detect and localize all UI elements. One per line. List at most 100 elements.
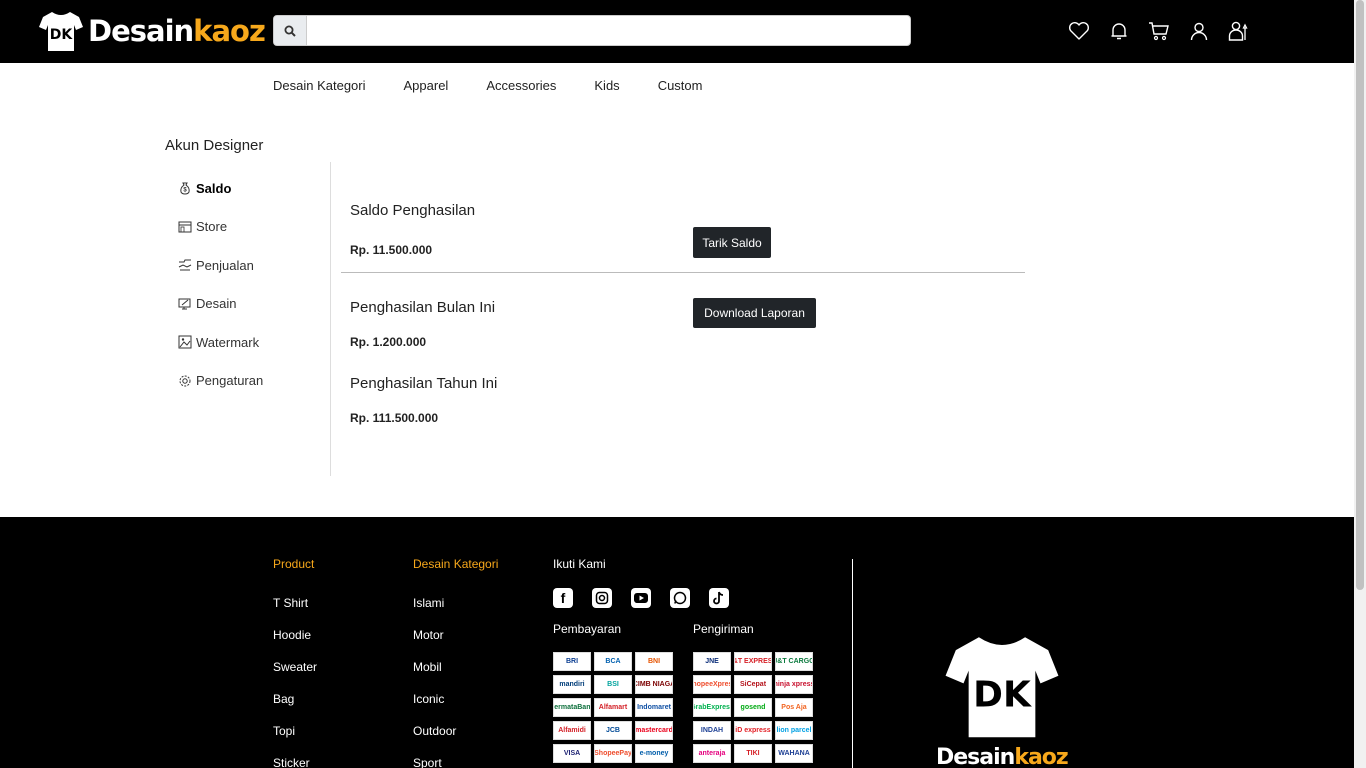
svg-text:DK: DK xyxy=(50,27,74,43)
design-icon xyxy=(178,297,192,311)
download-laporan-button[interactable]: Download Laporan xyxy=(693,298,816,328)
sidebar-item-label: Desain xyxy=(196,296,237,312)
header-icons xyxy=(1068,19,1250,43)
sidebar-item-label: Store xyxy=(196,219,228,235)
watermark-icon xyxy=(178,335,192,349)
footer-link[interactable]: Hoodie xyxy=(273,628,317,660)
shipping-logo: WAHANA xyxy=(775,744,813,763)
user-icon[interactable] xyxy=(1188,19,1210,43)
footer-link[interactable]: Sport xyxy=(413,756,456,768)
payment-logo: VISA xyxy=(553,744,591,763)
sidebar-item-label: Pengaturan xyxy=(196,373,264,389)
footer-logo: DK Desainkaoz xyxy=(936,627,1069,768)
designer-icon[interactable] xyxy=(1228,19,1250,43)
payment-logo: BCA xyxy=(594,652,632,671)
sidebar-title: Akun Designer xyxy=(165,137,264,154)
sidebar-menu: $ Saldo Store Penjualan Desain Watermark… xyxy=(178,169,263,400)
saldo-value: Rp. 11.500.000 xyxy=(350,243,433,257)
sidebar-item-label: Saldo xyxy=(196,180,232,196)
tahun-title: Penghasilan Tahun Ini xyxy=(350,375,498,392)
scrollbar-thumb[interactable] xyxy=(1356,0,1364,590)
nav-apparel[interactable]: Apparel xyxy=(404,78,449,93)
page-scrollbar[interactable] xyxy=(1354,0,1366,768)
footer-link[interactable]: Islami xyxy=(413,596,456,628)
shipping-logo: GrabExpress xyxy=(693,698,731,717)
footer-link[interactable]: Outdoor xyxy=(413,724,456,756)
payment-logo: BRI xyxy=(553,652,591,671)
tshirt-logo-icon: DK xyxy=(945,637,1059,738)
site-logo[interactable]: DK Desainkaoz xyxy=(38,8,266,54)
footer-link[interactable]: Motor xyxy=(413,628,456,660)
sidebar-item-store[interactable]: Store xyxy=(178,208,263,247)
footer-link[interactable]: Sticker xyxy=(273,756,317,768)
sidebar-item-label: Penjualan xyxy=(196,257,254,273)
shipping-logo: INDAH xyxy=(693,721,731,740)
tiktok-icon[interactable] xyxy=(709,588,729,608)
search-bar xyxy=(273,15,911,46)
settings-icon xyxy=(178,374,192,388)
svg-text:$: $ xyxy=(183,188,187,194)
svg-text:DK: DK xyxy=(973,675,1032,716)
footer-link[interactable]: Topi xyxy=(273,724,317,756)
nav-accessories[interactable]: Accessories xyxy=(486,78,556,93)
search-input[interactable] xyxy=(307,16,910,45)
heart-icon[interactable] xyxy=(1068,19,1090,43)
shipping-logo: J&T CARGO xyxy=(775,652,813,671)
shipping-logo: ShopeeXpress xyxy=(693,675,731,694)
tshirt-logo-icon: DK xyxy=(39,12,83,51)
footer-link[interactable]: T Shirt xyxy=(273,596,317,628)
sidebar-item-label: Watermark xyxy=(196,334,260,350)
shipping-logo: lion parcel xyxy=(775,721,813,740)
sidebar-item-desain[interactable]: Desain xyxy=(178,285,263,324)
sidebar-item-watermark[interactable]: Watermark xyxy=(178,323,263,362)
search-button[interactable] xyxy=(274,16,307,45)
footer-link[interactable]: Bag xyxy=(273,692,317,724)
payment-logo: JCB xyxy=(594,721,632,740)
sidebar-item-pengaturan[interactable]: Pengaturan xyxy=(178,362,263,401)
saldo-title: Saldo Penghasilan xyxy=(350,202,476,219)
search-icon xyxy=(284,25,296,37)
payment-logo: mastercard xyxy=(635,721,673,740)
shipping-logo: anteraja xyxy=(693,744,731,763)
footer-ikuti-title: Ikuti Kami xyxy=(553,557,606,571)
shipping-logos: JNE J&T EXPRESS J&T CARGO ShopeeXpress S… xyxy=(693,652,813,763)
footer-link[interactable]: Mobil xyxy=(413,660,456,692)
tahun-value: Rp. 111.500.000 xyxy=(350,411,439,425)
youtube-icon[interactable] xyxy=(631,588,651,608)
sidebar-item-penjualan[interactable]: Penjualan xyxy=(178,246,263,285)
nav-custom[interactable]: Custom xyxy=(658,78,703,93)
money-bag-icon: $ xyxy=(178,181,192,195)
footer-product-list: T Shirt Hoodie Sweater Bag Topi Sticker xyxy=(273,596,317,768)
footer-pengiriman-title: Pengiriman xyxy=(693,622,754,636)
footer-link[interactable]: Sweater xyxy=(273,660,317,692)
payment-logo: Indomaret xyxy=(635,698,673,717)
shipping-logo: J&T EXPRESS xyxy=(734,652,772,671)
bulan-title: Penghasilan Bulan Ini xyxy=(350,299,496,316)
instagram-icon[interactable] xyxy=(592,588,612,608)
tarik-saldo-button[interactable]: Tarik Saldo xyxy=(693,227,771,258)
bell-icon[interactable] xyxy=(1108,19,1130,43)
payment-logo: mandiri xyxy=(553,675,591,694)
footer-logo-wordmark: Desainkaoz xyxy=(936,745,1069,768)
payment-logo: e-money xyxy=(635,744,673,763)
nav-desain-kategori[interactable]: Desain Kategori xyxy=(273,78,366,93)
whatsapp-icon[interactable] xyxy=(670,588,690,608)
footer-link[interactable]: Iconic xyxy=(413,692,456,724)
bulan-value: Rp. 1.200.000 xyxy=(350,335,427,349)
facebook-icon[interactable]: f xyxy=(553,588,573,608)
shipping-logo: gosend xyxy=(734,698,772,717)
sidebar-item-saldo[interactable]: $ Saldo xyxy=(178,169,263,208)
category-nav: Desain Kategori Apparel Accessories Kids… xyxy=(273,78,740,93)
top-header: DK Desainkaoz xyxy=(0,0,1354,63)
payment-logo: PermataBank xyxy=(553,698,591,717)
payment-logo: BNI xyxy=(635,652,673,671)
store-icon xyxy=(178,220,192,234)
sales-icon xyxy=(178,258,192,272)
nav-kids[interactable]: Kids xyxy=(594,78,619,93)
footer-product-title: Product xyxy=(273,557,315,571)
footer-kategori-list: Islami Motor Mobil Iconic Outdoor Sport xyxy=(413,596,456,768)
shipping-logo: iD express xyxy=(734,721,772,740)
payment-logo: CIMB NIAGA xyxy=(635,675,673,694)
payment-logo: ShopeePay xyxy=(594,744,632,763)
cart-icon[interactable] xyxy=(1148,19,1170,43)
